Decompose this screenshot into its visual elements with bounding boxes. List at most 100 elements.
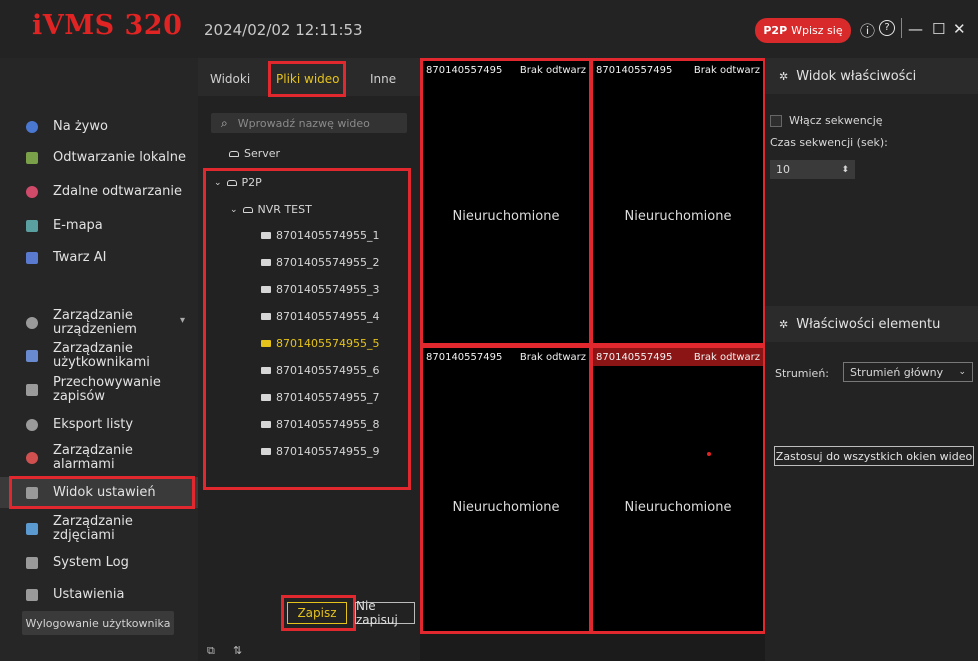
server-icon xyxy=(229,150,239,157)
settings-icon xyxy=(26,589,38,601)
sidebar-item-label: Zarządzanie urządzeniem xyxy=(53,308,137,337)
tree-camera-4[interactable]: 8701405574955_4 xyxy=(261,310,379,323)
sidebar-item-label: Twarz AI xyxy=(53,250,107,265)
tree-label: NVR TEST xyxy=(257,203,312,216)
log-icon xyxy=(26,557,38,569)
p2p-login-button[interactable]: P2P Wpisz się xyxy=(755,18,851,43)
window-icon[interactable]: ⧉ xyxy=(207,644,215,658)
server-icon xyxy=(226,179,237,186)
video-window-3[interactable]: 870140557495 Brak odtwarz Nieuruchomione xyxy=(420,345,592,634)
minimize-icon[interactable]: — xyxy=(908,20,923,38)
app-logo: iVMS 320 xyxy=(32,10,183,41)
video-window-2[interactable]: 870140557495 Brak odtwarz Nieuruchomione xyxy=(590,58,766,346)
close-icon[interactable]: ✕ xyxy=(953,20,966,38)
export-icon xyxy=(26,419,38,431)
storage-icon xyxy=(26,384,38,396)
gear-icon: ✲ xyxy=(779,69,789,83)
sidebar-item-export[interactable]: Eksport listy xyxy=(0,415,198,435)
tree-camera-5[interactable]: 8701405574955_5 xyxy=(261,337,379,350)
tree-server[interactable]: Server xyxy=(229,147,280,160)
help-icon[interactable]: ? xyxy=(879,20,895,36)
video-status: Brak odtwarz xyxy=(693,351,760,363)
tree-camera-9[interactable]: 8701405574955_9 xyxy=(261,445,379,458)
picture-icon xyxy=(26,523,38,535)
login-label: Wpisz się xyxy=(791,24,843,37)
sidebar-item-face-ai[interactable]: Twarz AI xyxy=(0,248,198,268)
tree-label: 8701405574955_6 xyxy=(276,364,380,377)
sidebar-item-remote-playback[interactable]: Zdalne odtwarzanie xyxy=(0,182,198,202)
sidebar-item-label: Na żywo xyxy=(53,119,108,134)
maximize-icon[interactable]: ☐ xyxy=(932,20,945,38)
sort-icon[interactable]: ⇅ xyxy=(233,644,242,657)
p2p-label: P2P xyxy=(763,24,788,37)
camera-icon xyxy=(261,394,271,401)
sidebar-item-storage[interactable]: Przechowywanie zapisów xyxy=(0,375,198,405)
video-message: Nieuruchomione xyxy=(452,500,560,515)
video-header: 870140557495 Brak odtwarz xyxy=(423,348,589,366)
tree-label: 8701405574955_3 xyxy=(276,283,380,296)
sidebar-item-label: System Log xyxy=(53,555,129,570)
tree-camera-7[interactable]: 8701405574955_7 xyxy=(261,391,379,404)
stream-select[interactable]: Strumień główny ⌄ xyxy=(843,362,973,382)
sidebar-item-pictures[interactable]: Zarządzanie zdjęciami xyxy=(0,514,198,544)
tree-label: 8701405574955_4 xyxy=(276,310,380,323)
tree-camera-6[interactable]: 8701405574955_6 xyxy=(261,364,379,377)
tab-other[interactable]: Inne xyxy=(370,72,396,86)
video-message: Nieuruchomione xyxy=(624,209,732,224)
tree-camera-1[interactable]: 8701405574955_1 xyxy=(261,229,379,242)
view-properties-header: ✲ Widok właściwości xyxy=(765,58,978,94)
video-window-4[interactable]: 870140557495 Brak odtwarz Nieuruchomione xyxy=(590,345,766,634)
camera-icon xyxy=(261,286,271,293)
tree-label: 8701405574955_8 xyxy=(276,418,380,431)
highlight-save-button xyxy=(281,595,356,631)
tree-nvr[interactable]: ⌄ NVR TEST xyxy=(230,203,312,216)
video-message: Nieuruchomione xyxy=(452,209,560,224)
camera-icon xyxy=(261,340,271,347)
video-status: Brak odtwarz xyxy=(693,64,760,76)
tree-label: 8701405574955_7 xyxy=(276,391,380,404)
search-box[interactable]: ⌕ Wprowadź nazwę wideo xyxy=(211,113,407,133)
panel-footer xyxy=(198,640,420,661)
video-channel-id: 870140557495 xyxy=(596,351,673,363)
stream-label: Strumień: xyxy=(775,367,830,380)
sidebar-item-system-log[interactable]: System Log xyxy=(0,553,198,573)
sidebar-item-label: Zarządzanie alarmami xyxy=(53,443,133,472)
tree-p2p[interactable]: ⌄ P2P xyxy=(214,176,262,189)
sidebar-item-device[interactable]: Zarządzanie urządzeniem ▾ xyxy=(0,308,198,338)
info-icon[interactable]: ⓘ xyxy=(860,20,875,41)
live-icon xyxy=(26,121,38,133)
face-ai-icon xyxy=(26,252,38,264)
video-message: Nieuruchomione xyxy=(624,500,732,515)
tree-label: 8701405574955_9 xyxy=(276,445,380,458)
sidebar-item-live[interactable]: Na żywo xyxy=(0,117,198,137)
sidebar-item-emap[interactable]: E-mapa xyxy=(0,216,198,236)
sidebar-item-alarms[interactable]: Zarządzanie alarmami xyxy=(0,443,198,473)
camera-icon xyxy=(261,367,271,374)
sidebar-item-users[interactable]: Zarządzanie użytkownikami xyxy=(0,341,198,371)
sequence-checkbox[interactable] xyxy=(770,115,782,127)
element-properties-header: ✲ Właściwości elementu xyxy=(765,306,978,342)
video-status: Brak odtwarz xyxy=(519,351,586,363)
search-input[interactable]: Wprowadź nazwę wideo xyxy=(238,117,370,130)
remote-playback-icon xyxy=(26,186,38,198)
tree-camera-3[interactable]: 8701405574955_3 xyxy=(261,283,379,296)
sequence-time-stepper[interactable]: 10 ⬍ xyxy=(770,160,855,179)
chevron-down-icon: ⌄ xyxy=(214,177,222,188)
video-header: 870140557495 Brak odtwarz xyxy=(593,348,763,366)
sidebar-item-local-playback[interactable]: Odtwarzanie lokalne xyxy=(0,148,198,168)
element-properties-title: Właściwości elementu xyxy=(796,316,941,332)
chevron-down-icon: ▾ xyxy=(180,315,186,326)
datetime: 2024/02/02 12:11:53 xyxy=(204,21,363,39)
tree-camera-2[interactable]: 8701405574955_2 xyxy=(261,256,379,269)
video-window-1[interactable]: 870140557495 Brak odtwarz Nieuruchomione xyxy=(420,58,592,346)
tab-views[interactable]: Widoki xyxy=(210,72,250,86)
local-playback-icon xyxy=(26,152,38,164)
apply-all-button[interactable]: Zastosuj do wszystkich okien wideo xyxy=(774,446,974,466)
tree-camera-8[interactable]: 8701405574955_8 xyxy=(261,418,379,431)
chevron-down-icon: ⌄ xyxy=(958,367,966,377)
stepper-icon[interactable]: ⬍ xyxy=(841,165,849,175)
sidebar-item-settings[interactable]: Ustawienia xyxy=(0,585,198,605)
nosave-button[interactable]: Nie zapisuj xyxy=(355,599,415,627)
alarm-icon xyxy=(26,452,38,464)
logout-button[interactable]: Wylogowanie użytkownika xyxy=(22,611,174,635)
